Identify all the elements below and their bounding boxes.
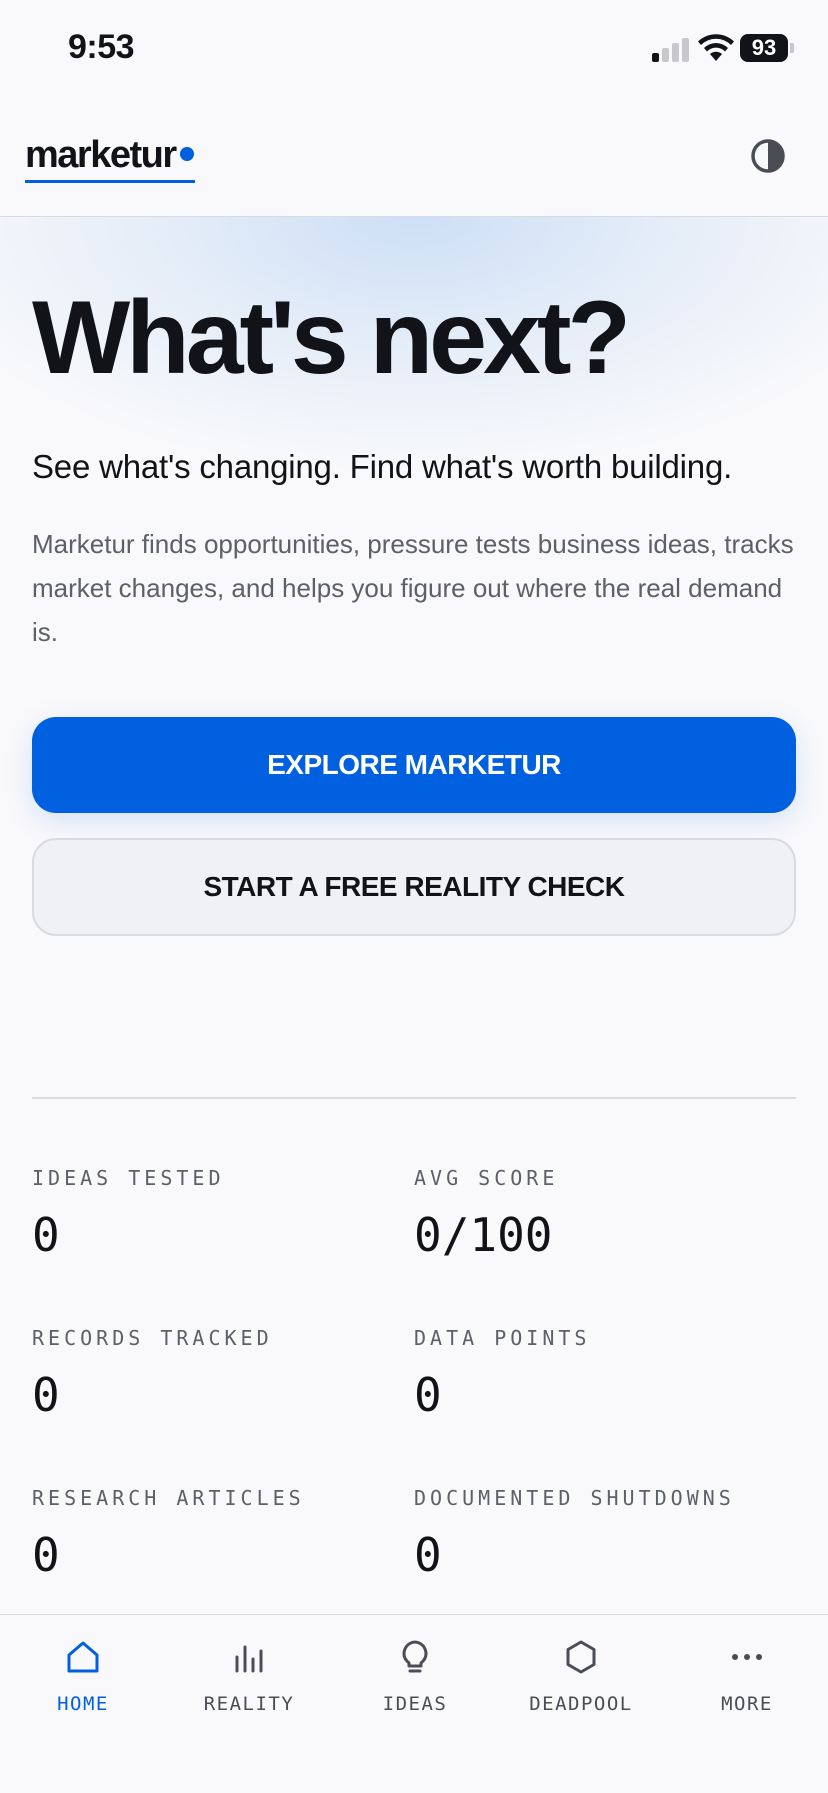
stat-avg-score: AVG SCORE 0/100 [414,1166,784,1262]
stat-value: 0 [32,1368,60,1422]
status-bar: 9:53 93 [0,0,828,100]
tab-label: REALITY [203,1693,295,1715]
stat-label: AVG SCORE [414,1166,559,1190]
bar-chart-icon [235,1645,263,1673]
tab-deadpool[interactable]: DEADPOOL [498,1615,664,1735]
section-divider [32,1097,796,1099]
stat-value: 0 [414,1368,442,1422]
stat-label: RESEARCH ARTICLES [32,1486,305,1510]
app-header: marketur [0,100,828,217]
reality-check-button[interactable]: START A FREE REALITY CHECK [32,838,796,936]
tab-more[interactable]: MORE [664,1615,828,1735]
logo-underline [25,180,195,183]
hero-description: Marketur finds opportunities, pressure t… [32,529,794,647]
stat-data-points: DATA POINTS 0 [414,1326,784,1422]
tab-home[interactable]: HOME [0,1615,166,1735]
tab-label: HOME [57,1693,109,1715]
bottom-tab-bar: HOME REALITY IDEAS DEADPOOL MORE [0,1614,828,1793]
hexagon-icon [566,1640,596,1674]
wifi-icon [698,34,734,61]
battery-cap [790,43,794,53]
stat-value: 0 [32,1528,60,1582]
stat-records-tracked: RECORDS TRACKED 0 [32,1326,402,1422]
stat-value: 0 [414,1528,442,1582]
stat-ideas-tested: IDEAS TESTED 0 [32,1166,402,1262]
lightbulb-icon [402,1640,428,1673]
contrast-icon[interactable] [748,136,788,176]
battery-level: 93 [740,34,788,62]
tab-label: DEADPOOL [529,1693,633,1715]
stat-research-articles: RESEARCH ARTICLES 0 [32,1486,402,1582]
stat-value: 0/100 [414,1208,553,1262]
page-title: What's next? [32,280,631,396]
logo[interactable]: marketur [25,134,194,177]
logo-dot [179,146,194,161]
explore-button[interactable]: EXPLORE MARKETUR [32,717,796,813]
logo-text: marketur [25,134,177,176]
stat-label: DOCUMENTED SHUTDOWNS [414,1486,735,1510]
cellular-signal-icon [652,36,690,62]
tab-reality[interactable]: REALITY [166,1615,332,1735]
stat-label: DATA POINTS [414,1326,591,1350]
tab-ideas[interactable]: IDEAS [332,1615,498,1735]
stat-value: 0 [32,1208,60,1262]
home-icon [67,1641,99,1673]
stat-documented-shutdowns: DOCUMENTED SHUTDOWNS 0 [414,1486,784,1582]
tab-label: IDEAS [382,1693,448,1715]
stat-label: RECORDS TRACKED [32,1326,273,1350]
hero-subtitle: See what's changing. Find what's worth b… [32,448,733,485]
tab-label: MORE [721,1693,773,1715]
status-time: 9:53 [68,28,135,66]
more-dots-icon [732,1654,762,1660]
stat-label: IDEAS TESTED [32,1166,225,1190]
